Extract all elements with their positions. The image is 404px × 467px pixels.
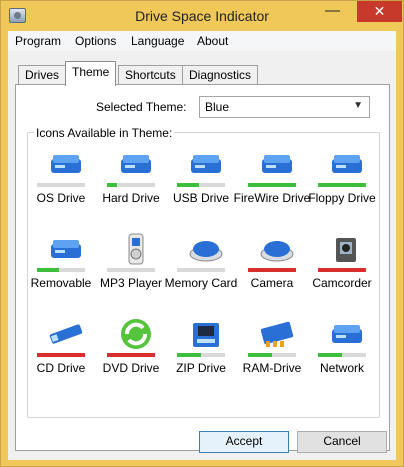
icon-label: Network: [319, 361, 364, 375]
icon-label: Hard Drive: [102, 191, 160, 205]
menu-about[interactable]: About: [197, 34, 228, 48]
icon-label: Floppy Drive: [308, 191, 376, 205]
icon-label: Camera: [250, 276, 294, 290]
tab-diagnostics[interactable]: Diagnostics: [182, 65, 259, 85]
theme-icon-item: Camera: [241, 228, 311, 312]
theme-icon-item: Camcorder: [311, 228, 381, 312]
usage-bar: [37, 353, 85, 357]
icon-label: OS Drive: [36, 191, 86, 205]
close-button[interactable]: ✕: [357, 1, 402, 22]
app-window: Drive Space Indicator — ✕ Program Option…: [0, 0, 404, 467]
usage-bar: [248, 183, 296, 187]
usage-bar: [37, 268, 85, 272]
theme-icon-item: Network: [311, 313, 381, 397]
theme-panel: Selected Theme: Blue ▼ Icons Available i…: [15, 84, 390, 451]
menu-program[interactable]: Program: [15, 34, 61, 48]
theme-icon-item: FireWire Drive: [234, 143, 311, 227]
icon-label: FireWire Drive: [233, 191, 311, 205]
theme-icon-item: Hard Drive: [100, 143, 170, 227]
theme-icon-item: CD Drive: [30, 313, 100, 397]
usage-bar-fill: [248, 353, 272, 357]
theme-icon-item: MP3 Player: [100, 228, 170, 312]
minimize-button[interactable]: —: [319, 1, 346, 22]
tab-shortcuts[interactable]: Shortcuts: [118, 65, 183, 85]
icon-label: DVD Drive: [102, 361, 160, 375]
icons-group: Icons Available in Theme: OS Drive Hard D…: [27, 126, 381, 419]
usage-bar: [248, 268, 296, 272]
theme-select-value: Blue: [205, 100, 230, 114]
icon-label: MP3 Player: [99, 276, 163, 290]
usage-bar: [248, 353, 296, 357]
icon-label: Memory Card: [164, 276, 238, 290]
theme-icon-item: OS Drive: [30, 143, 100, 227]
usage-bar: [37, 183, 85, 187]
client-area: Program Options Language About Drives Th…: [8, 31, 396, 460]
usage-bar-fill: [318, 183, 366, 187]
usage-bar: [318, 353, 366, 357]
theme-select[interactable]: Blue ▼: [199, 96, 370, 118]
usage-bar: [177, 353, 225, 357]
chevron-down-icon: ▼: [353, 100, 363, 111]
usage-bar-fill: [37, 353, 85, 357]
icon-grid: OS Drive Hard Drive USB Drive FireWire Driv…: [28, 133, 381, 419]
icon-label: Camcorder: [312, 276, 372, 290]
theme-icon-item: Memory Card: [165, 228, 240, 312]
theme-icon-item: ZIP Drive: [170, 313, 240, 397]
menu-options[interactable]: Options: [75, 34, 116, 48]
icon-label: Removable: [30, 276, 92, 290]
theme-icon-item: Removable: [30, 228, 100, 312]
tab-strip: Drives Theme Shortcuts Diagnostics: [8, 61, 396, 86]
usage-bar: [107, 353, 155, 357]
usage-bar: [318, 268, 366, 272]
usage-bar-fill: [107, 353, 155, 357]
theme-icon-item: USB Drive: [170, 143, 240, 227]
usage-bar-fill: [318, 268, 366, 272]
usage-bar: [107, 268, 155, 272]
selected-theme-label: Selected Theme:: [96, 100, 187, 114]
theme-icon-item: RAM-Drive: [241, 313, 311, 397]
tab-theme[interactable]: Theme: [65, 61, 117, 86]
icon-label: ZIP Drive: [176, 361, 226, 375]
menu-language[interactable]: Language: [131, 34, 184, 48]
icon-label: RAM-Drive: [242, 361, 302, 375]
theme-icon-item: DVD Drive: [100, 313, 170, 397]
cancel-button[interactable]: Cancel: [297, 431, 387, 453]
usage-bar-fill: [37, 268, 59, 272]
usage-bar: [107, 183, 155, 187]
tab-drives[interactable]: Drives: [18, 65, 67, 85]
usage-bar-fill: [177, 353, 201, 357]
icon-label: USB Drive: [172, 191, 229, 205]
accept-button[interactable]: Accept: [199, 431, 289, 453]
usage-bar: [318, 183, 366, 187]
usage-bar-fill: [107, 183, 117, 187]
icon-label: CD Drive: [36, 361, 86, 375]
title-bar[interactable]: Drive Space Indicator — ✕: [1, 1, 403, 31]
usage-bar-fill: [248, 183, 296, 187]
theme-icon-item: Floppy Drive: [308, 143, 381, 227]
usage-bar: [177, 268, 225, 272]
usage-bar: [177, 183, 225, 187]
menu-bar: Program Options Language About: [8, 31, 396, 51]
usage-bar-fill: [177, 183, 199, 187]
usage-bar-fill: [318, 353, 342, 357]
usage-bar-fill: [248, 268, 296, 272]
